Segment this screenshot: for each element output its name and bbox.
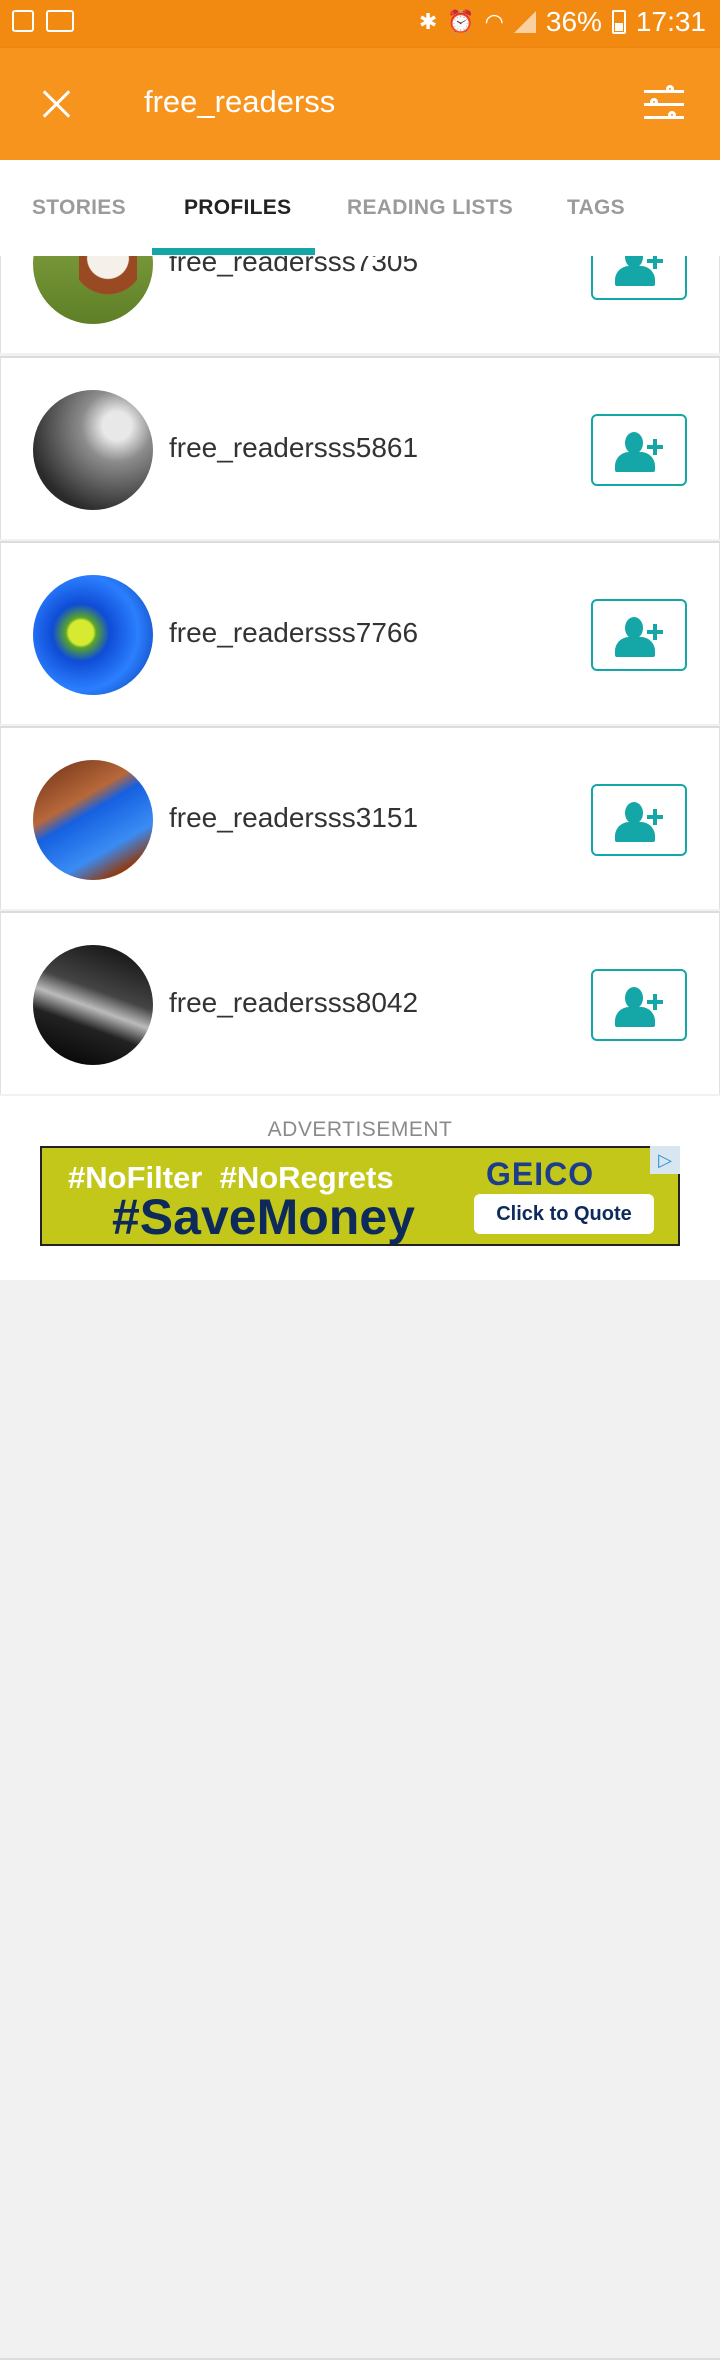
advertisement-area: ADVERTISEMENT #NoFilter #NoRegrets #Save… [0, 1096, 720, 2376]
list-item[interactable]: free_readersss3151 [0, 726, 720, 909]
username[interactable]: free_readersss8042 [169, 987, 418, 1019]
status-bar: ✱ ⏰ ◠ 36% 17:31 [0, 0, 720, 48]
ad-cta-button[interactable]: Click to Quote [474, 1194, 654, 1234]
active-tab-indicator [152, 248, 315, 255]
add-person-icon [615, 617, 665, 657]
avatar[interactable] [33, 390, 153, 510]
search-query[interactable]: free_readerss [144, 84, 335, 120]
tab-reading-lists[interactable]: READING LISTS [347, 196, 513, 220]
list-item[interactable]: free_readersss5861 [0, 356, 720, 539]
tab-tags[interactable]: TAGS [567, 196, 625, 220]
adchoices-icon[interactable]: ▷ [650, 1146, 680, 1174]
filter-sliders-icon[interactable] [644, 85, 684, 122]
follow-button[interactable] [591, 969, 687, 1041]
add-person-icon [615, 802, 665, 842]
list-item[interactable]: free_readersss7766 [0, 541, 720, 724]
ad-banner[interactable]: #NoFilter #NoRegrets #SaveMoney GEICO Cl… [40, 1146, 680, 1246]
avatar[interactable] [33, 256, 153, 324]
gallery-icon [12, 10, 34, 32]
battery-percentage: 36% [545, 6, 602, 37]
add-person-icon [615, 256, 665, 286]
follow-button[interactable] [591, 256, 687, 300]
list-item [0, 2358, 720, 2376]
battery-charging-icon [611, 10, 626, 34]
ad-brand-logo: GEICO [486, 1156, 595, 1192]
list-item[interactable]: free_readersss7305 [0, 256, 720, 353]
tab-stories[interactable]: STORIES [32, 196, 126, 220]
follow-button[interactable] [591, 784, 687, 856]
search-app-bar: free_readerss [0, 48, 720, 160]
alarm-icon: ⏰ [447, 9, 475, 34]
username[interactable]: free_readersss7305 [169, 256, 418, 278]
add-person-icon [615, 987, 665, 1027]
add-person-icon [615, 432, 665, 472]
follow-button[interactable] [591, 414, 687, 486]
bluetooth-icon: ✱ [418, 9, 438, 34]
tab-profiles[interactable]: PROFILES [184, 196, 291, 220]
avatar[interactable] [33, 760, 153, 880]
clock: 17:31 [635, 6, 706, 37]
app-icon [46, 10, 74, 32]
close-icon[interactable] [36, 84, 76, 124]
follow-button[interactable] [591, 599, 687, 671]
search-tabs: STORIES PROFILES READING LISTS TAGS [0, 160, 720, 256]
username[interactable]: free_readersss3151 [169, 802, 418, 834]
ad-slogan: #SaveMoney [112, 1189, 415, 1245]
wifi-icon: ◠ [484, 9, 504, 34]
list-item[interactable]: free_readersss8042 [0, 911, 720, 1094]
avatar[interactable] [33, 575, 153, 695]
username[interactable]: free_readersss5861 [169, 432, 418, 464]
username[interactable]: free_readersss7766 [169, 617, 418, 649]
signal-icon [513, 11, 536, 33]
avatar[interactable] [33, 945, 153, 1065]
ad-label: ADVERTISEMENT [267, 1118, 453, 1141]
profile-list[interactable]: free_readersss7305 free_readersss5861 fr… [0, 256, 720, 1096]
